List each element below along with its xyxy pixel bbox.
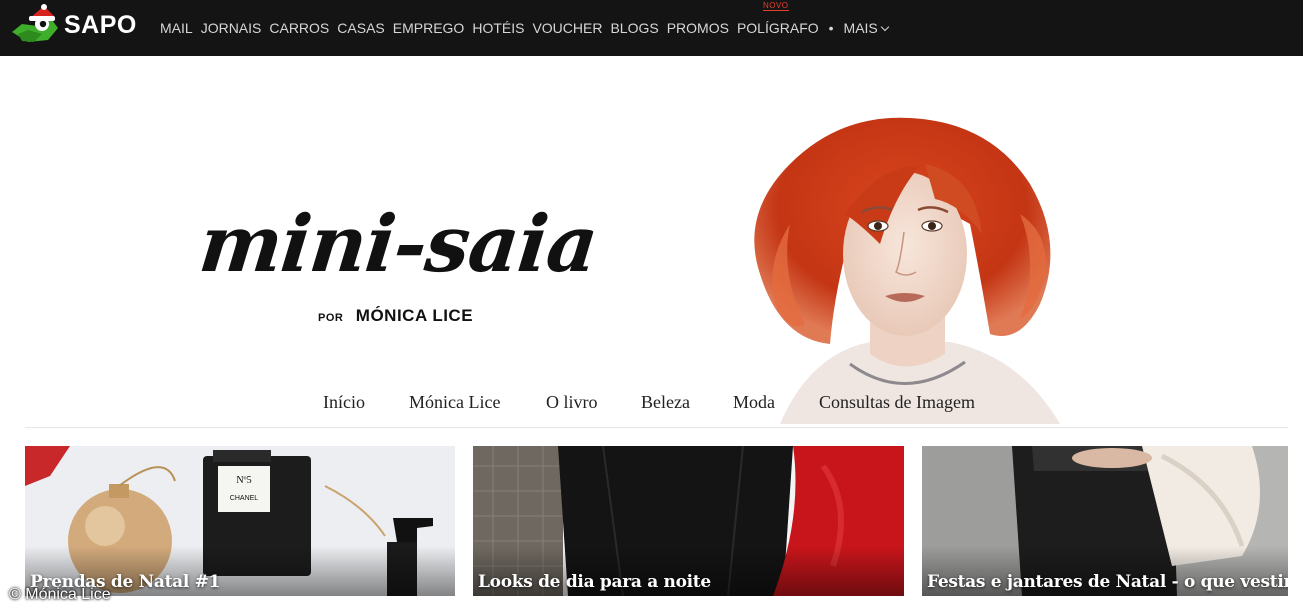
menu-inicio[interactable]: Início — [323, 392, 365, 413]
sapo-logo[interactable]: SAPO — [8, 4, 148, 46]
post-title[interactable]: Festas e jantares de Natal - o que vesti… — [927, 572, 1288, 592]
nav-mail[interactable]: MAIL — [160, 20, 193, 36]
nav-carros[interactable]: CARROS — [269, 20, 329, 36]
nav-poligrafo[interactable]: NOVO POLÍGRAFO — [736, 1, 819, 36]
copyright-watermark: © Mónica Lice — [9, 586, 111, 603]
portal-nav: MAIL JORNAIS CARROS CASAS EMPREGO HOTÉIS… — [160, 0, 896, 56]
nav-emprego[interactable]: EMPREGO — [393, 20, 465, 36]
red-haired-woman-illustration — [720, 104, 1100, 424]
logo-text: SAPO — [64, 10, 137, 39]
menu-monica-lice[interactable]: Mónica Lice — [409, 392, 500, 413]
nav-separator: • — [828, 20, 834, 36]
nav-more-dropdown[interactable]: MAIS — [843, 20, 890, 36]
post-card[interactable]: Looks de dia para a noite — [473, 446, 904, 596]
chevron-down-icon — [880, 22, 890, 31]
blog-header: mini-saia POR MÓNICA LICE — [0, 56, 1303, 428]
blog-title-logo[interactable]: mini-saia — [195, 199, 601, 290]
menu-divider — [25, 427, 1288, 428]
nav-hoteis[interactable]: HOTÉIS — [472, 20, 524, 36]
nav-promos[interactable]: PROMOS — [667, 20, 729, 36]
post-card[interactable]: Festas e jantares de Natal - o que vesti… — [922, 446, 1288, 596]
nav-voucher[interactable]: VOUCHER — [532, 20, 602, 36]
nav-more-label: MAIS — [843, 20, 878, 36]
menu-consultas-de-imagem[interactable]: Consultas de Imagem — [819, 392, 975, 413]
nav-casas[interactable]: CASAS — [337, 20, 384, 36]
nav-poligrafo-label: POLÍGRAFO — [736, 20, 819, 36]
nav-blogs[interactable]: BLOGS — [610, 20, 658, 36]
post-title[interactable]: Looks de dia para a noite — [478, 572, 711, 592]
blog-menu: Início Mónica Lice O livro Beleza Moda C… — [0, 392, 1303, 416]
menu-o-livro[interactable]: O livro — [546, 392, 598, 413]
post-card[interactable]: Nº5 CHANEL Prendas de Natal #1 — [25, 446, 455, 596]
svg-text:Nº5: Nº5 — [236, 475, 251, 486]
sapo-frog-santa-hat-icon — [8, 4, 62, 46]
menu-moda[interactable]: Moda — [733, 392, 775, 413]
nav-jornais[interactable]: JORNAIS — [201, 20, 262, 36]
top-navigation-bar: SAPO MAIL JORNAIS CARROS CASAS EMPREGO H… — [0, 0, 1303, 56]
menu-beleza[interactable]: Beleza — [641, 392, 690, 413]
byline-prefix: POR — [318, 312, 344, 324]
svg-text:CHANEL: CHANEL — [230, 495, 259, 502]
byline-author: MÓNICA LICE — [355, 306, 474, 325]
blog-byline: POR MÓNICA LICE — [318, 306, 473, 326]
new-badge: NOVO — [762, 1, 789, 11]
